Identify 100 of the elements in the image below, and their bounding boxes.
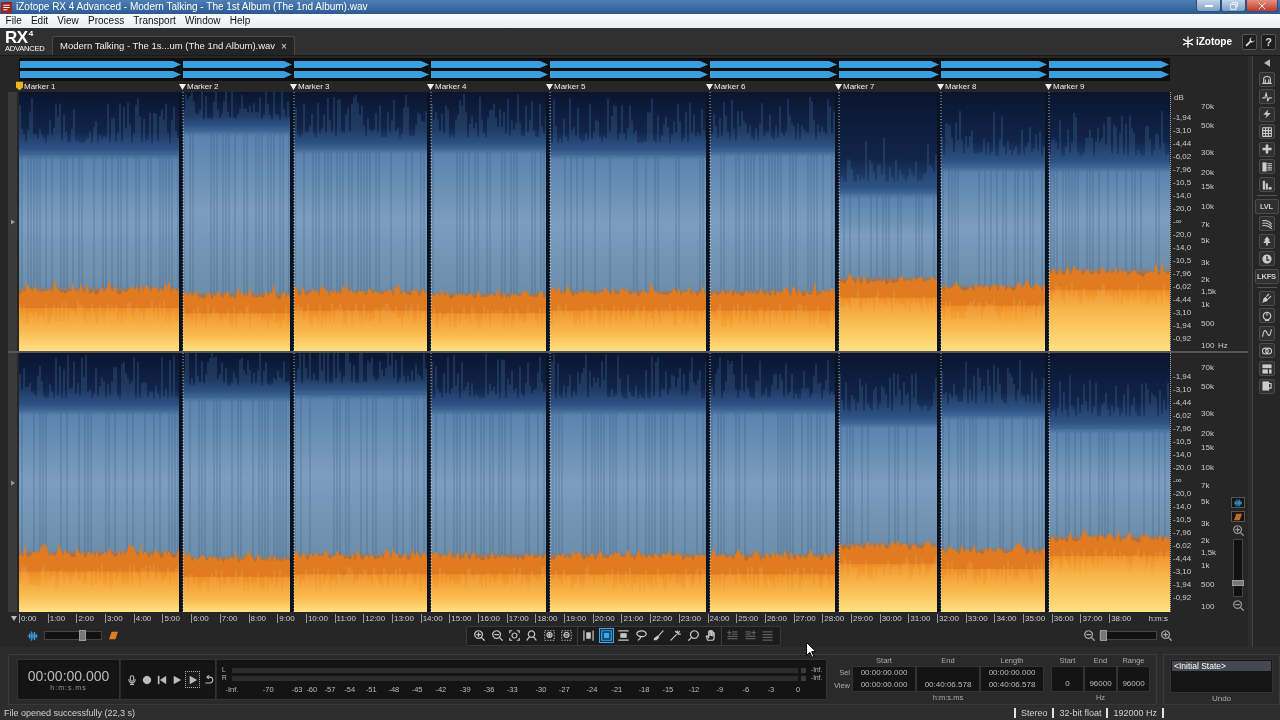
time-field[interactable]: 00:00:00.000 xyxy=(852,679,916,692)
zoom-in-icon[interactable] xyxy=(1232,525,1244,536)
frequency-field[interactable]: 96000 xyxy=(1117,666,1150,692)
menu-item[interactable]: Transport xyxy=(128,15,181,27)
module-button[interactable] xyxy=(1258,159,1275,175)
marker-label[interactable]: Marker 5 xyxy=(554,82,586,91)
menu-item[interactable]: Help xyxy=(225,15,255,27)
module-button[interactable] xyxy=(1258,177,1275,193)
minimize-button[interactable] xyxy=(1196,0,1221,12)
triangle-down-icon[interactable] xyxy=(10,616,17,621)
module-button[interactable] xyxy=(1258,141,1275,157)
tool-button[interactable] xyxy=(472,628,488,643)
marker-label[interactable]: Marker 6 xyxy=(714,82,746,91)
module-button[interactable] xyxy=(1258,378,1275,394)
module-button[interactable] xyxy=(1258,106,1275,122)
marker-label[interactable]: Marker 8 xyxy=(945,82,977,91)
tool-button[interactable] xyxy=(506,628,522,643)
triangle-left-icon[interactable] xyxy=(1263,59,1270,67)
menu-item[interactable]: File xyxy=(1,15,27,27)
module-button[interactable] xyxy=(1258,216,1275,232)
db-label: -7,96 xyxy=(1173,527,1192,537)
menu-item[interactable]: View xyxy=(52,15,84,27)
time-field[interactable]: 00:00:00.000 xyxy=(852,666,916,679)
hz-label: 1,5k xyxy=(1201,286,1217,296)
maximize-button[interactable] xyxy=(1221,0,1246,12)
triangle-right-icon[interactable] xyxy=(10,218,15,225)
marker-triangle-icon[interactable] xyxy=(290,83,297,90)
marker-label[interactable]: Marker 7 xyxy=(843,82,875,91)
time-label: 21:00 xyxy=(621,614,651,623)
menu-item[interactable]: Process xyxy=(83,15,129,27)
tool-button[interactable] xyxy=(524,628,540,643)
marker-label[interactable]: Marker 4 xyxy=(435,82,467,91)
hz-label: 1k xyxy=(1201,560,1210,570)
marker-triangle-icon[interactable] xyxy=(706,83,713,90)
frequency-field[interactable]: 96000 xyxy=(1084,666,1117,692)
help-button[interactable]: ? xyxy=(1261,33,1276,50)
tool-button[interactable] xyxy=(633,628,649,643)
marker-label[interactable]: Marker 9 xyxy=(1053,82,1085,91)
overview-waveform[interactable] xyxy=(19,58,1170,81)
triangle-right-icon[interactable] xyxy=(10,479,15,486)
menu-item[interactable]: Window xyxy=(180,15,226,27)
time-field[interactable] xyxy=(916,666,980,679)
tool-button[interactable] xyxy=(598,628,614,643)
microphone-button[interactable] xyxy=(126,672,139,687)
frequency-zoom-slider[interactable] xyxy=(1233,539,1243,597)
time-field[interactable]: 00:00:00.000 xyxy=(980,666,1044,679)
view-blend-slider[interactable] xyxy=(44,631,102,640)
frequency-field[interactable]: 0 xyxy=(1051,666,1084,692)
waveform-icon[interactable] xyxy=(26,630,39,641)
waveform-toggle[interactable] xyxy=(1231,497,1245,508)
module-button[interactable] xyxy=(1258,71,1275,87)
hz-label: 20k xyxy=(1201,428,1214,438)
zoom-in-icon[interactable] xyxy=(1161,630,1172,641)
play-selection-button[interactable] xyxy=(184,671,201,688)
marker-label[interactable]: Marker 2 xyxy=(187,82,219,91)
slider-thumb[interactable] xyxy=(1232,580,1244,586)
tool-button[interactable] xyxy=(541,628,557,643)
time-field[interactable]: 00:40:06.578 xyxy=(980,679,1044,692)
time-zoom-slider[interactable] xyxy=(1099,631,1157,640)
module-button[interactable] xyxy=(1258,343,1275,359)
marker-triangle-icon[interactable] xyxy=(835,83,842,90)
loop-button[interactable] xyxy=(202,672,215,687)
peak-led-icon xyxy=(801,667,806,673)
marker-label[interactable]: Marker 3 xyxy=(298,82,330,91)
module-button[interactable] xyxy=(1258,361,1275,376)
marker-triangle-icon[interactable] xyxy=(937,83,944,90)
undo-item[interactable]: <Initial State> xyxy=(1172,661,1271,671)
module-button[interactable] xyxy=(1258,251,1275,267)
marker-triangle-icon[interactable] xyxy=(1045,83,1052,90)
time-label: 7:00 xyxy=(219,614,249,623)
menu-item[interactable]: Edit xyxy=(26,15,53,27)
tool-button[interactable] xyxy=(559,628,575,643)
slider-thumb[interactable] xyxy=(79,630,87,641)
playhead-icon[interactable] xyxy=(16,81,23,91)
module-button[interactable] xyxy=(1258,233,1275,249)
marker-label[interactable]: Marker 1 xyxy=(24,82,56,91)
zoom-out-icon[interactable] xyxy=(1084,630,1095,641)
close-button[interactable] xyxy=(1246,0,1278,12)
hz-label: 20k xyxy=(1201,167,1214,177)
module-button[interactable] xyxy=(1258,124,1275,140)
slider-thumb[interactable] xyxy=(1100,630,1107,641)
tool-button[interactable] xyxy=(581,628,597,643)
tool-button[interactable] xyxy=(489,628,505,643)
spectrogram-toggle[interactable] xyxy=(1231,511,1245,522)
file-tab[interactable]: Modern Talking - The 1s...um (The 1nd Album).wav × xyxy=(52,36,295,55)
marker-triangle-icon[interactable] xyxy=(179,83,186,90)
marker-triangle-icon[interactable] xyxy=(427,83,434,90)
tool-button[interactable] xyxy=(685,628,701,643)
spectrogram-icon[interactable] xyxy=(107,631,120,640)
zoom-out-icon[interactable] xyxy=(1232,600,1244,611)
module-button[interactable] xyxy=(1258,325,1275,341)
settings-button[interactable] xyxy=(1242,33,1257,50)
tool-button[interactable] xyxy=(616,628,632,643)
time-field[interactable]: 00:40:06.578 xyxy=(916,679,980,692)
module-button[interactable] xyxy=(1258,308,1275,324)
marker-triangle-icon[interactable] xyxy=(546,83,553,90)
module-button[interactable] xyxy=(1258,290,1275,306)
tab-close-button[interactable]: × xyxy=(281,40,287,52)
tool-button[interactable] xyxy=(668,628,684,643)
module-button[interactable] xyxy=(1258,89,1275,105)
